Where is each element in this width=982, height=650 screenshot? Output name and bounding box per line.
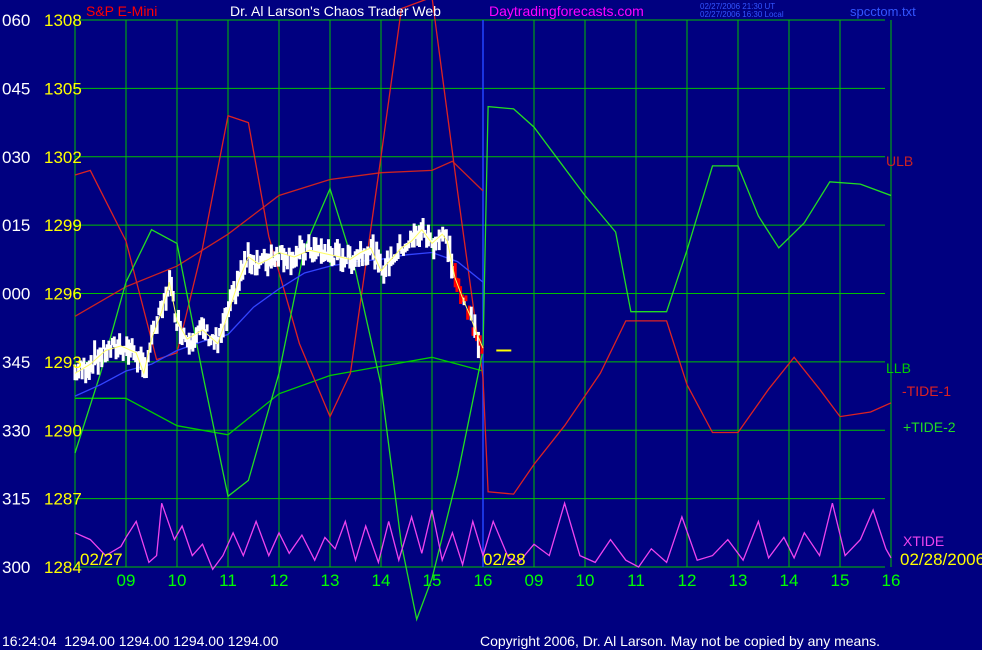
date-label-mid: 02/28 xyxy=(483,550,526,569)
y-axis-angle-label: 045 xyxy=(2,79,30,98)
header-file: spcctom.txt xyxy=(850,4,916,19)
y-axis-price-label: 1308 xyxy=(44,11,82,30)
price-bar xyxy=(109,344,113,358)
y-axis-angle-label: 060 xyxy=(2,11,30,30)
header-title: Dr. Al Larson's Chaos Trader Web xyxy=(230,3,441,19)
y-axis-angle-label: 000 xyxy=(2,285,30,304)
price-bar xyxy=(276,254,280,267)
price-bar xyxy=(332,257,336,266)
header-symbol: S&P E-Mini xyxy=(86,3,157,19)
price-bar xyxy=(205,324,209,332)
x-axis-time-label: 12 xyxy=(678,571,697,590)
footer-quote: 16:24:04 1294.00 1294.00 1294.00 1294.00 xyxy=(2,633,279,649)
x-axis-time-label: 16 xyxy=(882,571,901,590)
x-axis-time-label: 09 xyxy=(525,571,544,590)
x-axis-time-label: 13 xyxy=(729,571,748,590)
label-tide2: +TIDE-2 xyxy=(903,419,956,435)
x-axis-time-label: 13 xyxy=(321,571,340,590)
x-axis-time-label: 16 xyxy=(474,571,493,590)
date-label-start: 02/27 xyxy=(80,550,123,569)
y-axis-price-label: 1290 xyxy=(44,421,82,440)
x-axis-time-label: 11 xyxy=(627,571,645,590)
y-axis-angle-label: 345 xyxy=(2,353,30,372)
price-bar xyxy=(464,295,468,302)
header-site: Daytradingforecasts.com xyxy=(489,3,644,19)
y-axis-price-label: 1284 xyxy=(44,558,82,577)
y-axis-price-label: 1302 xyxy=(44,148,82,167)
x-axis-time-label: 09 xyxy=(117,571,136,590)
header-stamp-local: 02/27/2006 16:30 Local xyxy=(700,10,784,19)
y-axis-angle-label: 300 xyxy=(2,558,30,577)
x-axis-time-label: 10 xyxy=(168,571,187,590)
x-axis-time-label: 10 xyxy=(576,571,595,590)
y-axis-price-label: 1296 xyxy=(44,285,82,304)
price-bar xyxy=(285,255,289,270)
label-ulb: ULB xyxy=(886,153,913,169)
label-llb: LLB xyxy=(886,360,911,376)
y-axis-price-label: 1299 xyxy=(44,216,82,235)
x-axis-time-label: 11 xyxy=(219,571,237,590)
x-axis-time-label: 15 xyxy=(831,571,850,590)
chart-canvas: 060 1308 045 1305 030 1302 015 1299 000 1296 345 12… xyxy=(0,0,982,650)
x-axis-time-label: 14 xyxy=(372,571,391,590)
price-bar xyxy=(91,364,95,374)
footer-copyright: Copyright 2006, Dr. Al Larson. May not b… xyxy=(480,633,880,649)
date-label-end: 02/28/2006 xyxy=(900,550,982,569)
price-bar xyxy=(100,347,104,368)
y-axis-angle-label: 015 xyxy=(2,216,30,235)
label-xtide: XTIDE xyxy=(903,533,944,549)
x-axis-time-label: 15 xyxy=(423,571,442,590)
price-bar xyxy=(303,253,307,261)
y-axis-angle-label: 315 xyxy=(2,490,30,509)
x-axis-time-label: 12 xyxy=(270,571,289,590)
y-axis-price-label: 1287 xyxy=(44,490,82,509)
y-axis-angle-label: 030 xyxy=(2,148,30,167)
y-axis-price-label: 1293 xyxy=(44,353,82,372)
x-axis-time-label: 14 xyxy=(780,571,799,590)
label-tide1: -TIDE-1 xyxy=(902,383,951,399)
y-axis-angle-label: 330 xyxy=(2,421,30,440)
y-axis-price-label: 1305 xyxy=(44,79,82,98)
